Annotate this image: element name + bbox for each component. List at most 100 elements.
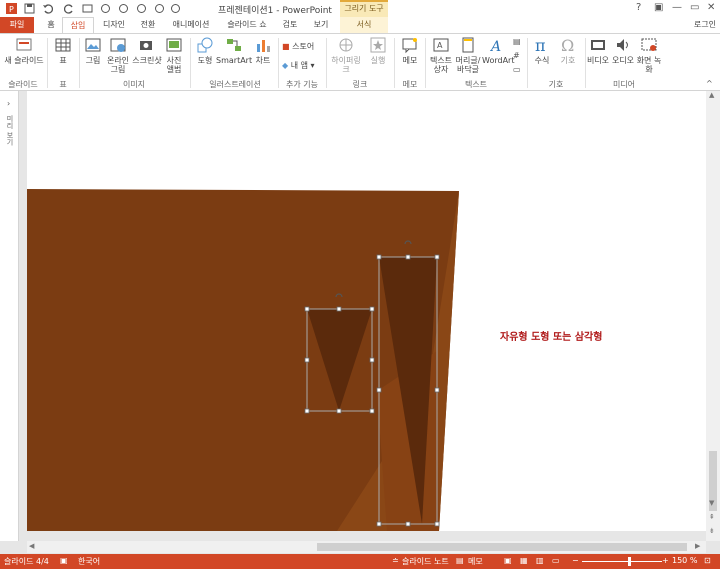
vertical-scrollbar[interactable]: ▲ ▼ ⇞ ⇟ (706, 91, 720, 541)
redo-icon[interactable] (64, 3, 75, 14)
textbox-button[interactable]: A 텍스트 상자 (428, 36, 454, 74)
resize-handle[interactable] (434, 387, 440, 393)
online-picture-button[interactable]: 온라인 그림 (104, 36, 132, 74)
horizontal-scroll-thumb[interactable] (317, 543, 687, 551)
fit-slide-icon[interactable]: ⊡ (704, 556, 711, 565)
slideshow-view-icon[interactable]: ▭ (552, 556, 560, 565)
qat-tool-icon[interactable] (118, 3, 129, 14)
picture-button[interactable]: 그림 (82, 36, 104, 65)
tab-slideshow[interactable]: 슬라이드 쇼 (222, 17, 272, 33)
qat-tool-icon[interactable] (170, 3, 181, 14)
photo-album-button[interactable]: 사진 앨범 (162, 36, 186, 74)
slide-number-icon[interactable]: # (513, 51, 520, 60)
ribbon-display-icon[interactable]: ▣ (654, 2, 663, 13)
zoom-slider-thumb[interactable] (628, 557, 631, 566)
tab-animations[interactable]: 애니메이션 (168, 17, 214, 33)
horizontal-scrollbar[interactable]: ◀ ▶ (27, 541, 706, 553)
object-icon[interactable]: ▭ (513, 65, 521, 74)
slide-sorter-icon[interactable]: ▦ (520, 556, 528, 565)
tab-design[interactable]: 디자인 (98, 17, 130, 33)
resize-handle[interactable] (434, 521, 440, 527)
new-slide-button[interactable]: 새 슬라이드 (3, 36, 45, 65)
customize-qat-icon[interactable] (100, 3, 111, 14)
group-label-images: 이미지 (122, 80, 146, 89)
tab-transitions[interactable]: 전환 (134, 17, 162, 33)
normal-view-icon[interactable]: ▣ (504, 556, 512, 565)
shapes-button[interactable]: 도형 (194, 36, 216, 65)
resize-handle[interactable] (369, 357, 375, 363)
next-slide-icon[interactable]: ⇟ (709, 527, 715, 535)
save-icon[interactable] (24, 3, 35, 14)
equation-button[interactable]: π 수식 (530, 36, 554, 65)
resize-handle[interactable] (376, 387, 382, 393)
date-time-icon[interactable]: ▤ (513, 37, 521, 46)
group-label-links: 링크 (352, 80, 368, 89)
zoom-slider[interactable] (582, 561, 662, 562)
undo-icon[interactable] (42, 3, 53, 14)
resize-handle[interactable] (336, 408, 342, 414)
picture-label: 그림 (85, 56, 101, 65)
comments-icon[interactable]: ▤ (456, 556, 464, 565)
resize-handle[interactable] (304, 306, 310, 312)
chart-button[interactable]: 차트 (252, 36, 274, 65)
audio-button[interactable]: 오디오 (610, 36, 636, 65)
my-apps-button[interactable]: ◆ 내 앱 ▾ (282, 60, 315, 71)
scroll-up-icon[interactable]: ▲ (709, 91, 714, 99)
symbol-button[interactable]: Ω 기호 (556, 36, 580, 65)
close-icon[interactable]: ✕ (707, 2, 715, 13)
tab-insert[interactable]: 삽입 (62, 17, 94, 34)
resize-handle[interactable] (336, 306, 342, 312)
comment-button[interactable]: 메모 (398, 36, 422, 65)
screen-recording-button[interactable]: 화면 녹화 (636, 36, 662, 74)
comments-button[interactable]: 메모 (468, 556, 483, 567)
hyperlink-button[interactable]: 하이퍼링크 (328, 36, 364, 74)
tab-format[interactable]: 서식 (340, 17, 388, 33)
spell-check-icon[interactable]: ▣ (60, 556, 68, 565)
notes-button[interactable]: 슬라이드 노트 (402, 556, 449, 567)
minimize-icon[interactable]: — (672, 2, 682, 13)
zoom-level[interactable]: 150 % (672, 556, 697, 565)
help-icon[interactable]: ? (636, 2, 641, 13)
smartart-button[interactable]: SmartArt (216, 36, 252, 65)
video-button[interactable]: 비디오 (586, 36, 610, 65)
zoom-out-icon[interactable]: − (572, 556, 579, 565)
login-link[interactable]: 로그인 (694, 19, 716, 30)
header-footer-button[interactable]: 머리글/바닥글 (454, 36, 482, 74)
resize-handle[interactable] (376, 521, 382, 527)
scroll-down-icon[interactable]: ▼ (709, 499, 714, 507)
expand-thumbnails-icon[interactable]: › (7, 99, 10, 108)
online-picture-icon (110, 38, 126, 52)
slide-caption-text[interactable]: 자유형 도형 또는 삼각형 (500, 328, 602, 343)
tab-file[interactable]: 파일 (0, 17, 34, 33)
scroll-left-icon[interactable]: ◀ (29, 542, 34, 550)
thumbnail-panel[interactable]: › 미리 보기 (0, 91, 19, 541)
store-button[interactable]: ■ 스토어 (282, 41, 314, 52)
screenshot-button[interactable]: 스크린샷 (132, 36, 162, 65)
previous-slide-icon[interactable]: ⇞ (709, 513, 715, 521)
collapse-ribbon-icon[interactable]: ^ (706, 79, 713, 88)
reading-view-icon[interactable]: ▥ (536, 556, 544, 565)
slide-canvas[interactable] (27, 91, 707, 531)
qat-tool-icon[interactable] (154, 3, 165, 14)
resize-handle[interactable] (369, 408, 375, 414)
scroll-right-icon[interactable]: ▶ (695, 542, 700, 550)
language-indicator[interactable]: 한국어 (78, 556, 100, 567)
zoom-in-icon[interactable]: + (662, 556, 669, 565)
resize-handle[interactable] (304, 357, 310, 363)
resize-handle[interactable] (405, 521, 411, 527)
qat-tool-icon[interactable] (136, 3, 147, 14)
resize-handle[interactable] (369, 306, 375, 312)
wordart-button[interactable]: A WordArt (482, 36, 514, 65)
maximize-icon[interactable]: ▭ (690, 2, 699, 13)
tab-view[interactable]: 보기 (308, 17, 334, 33)
notes-icon[interactable]: ≐ (392, 556, 399, 565)
start-from-beginning-icon[interactable] (82, 3, 93, 14)
resize-handle[interactable] (405, 254, 411, 260)
tab-review[interactable]: 검토 (278, 17, 302, 33)
resize-handle[interactable] (376, 254, 382, 260)
resize-handle[interactable] (304, 408, 310, 414)
resize-handle[interactable] (434, 254, 440, 260)
table-button[interactable]: 표 (52, 36, 74, 65)
tab-home[interactable]: 홈 (42, 17, 60, 33)
action-button[interactable]: 실행 (366, 36, 390, 65)
